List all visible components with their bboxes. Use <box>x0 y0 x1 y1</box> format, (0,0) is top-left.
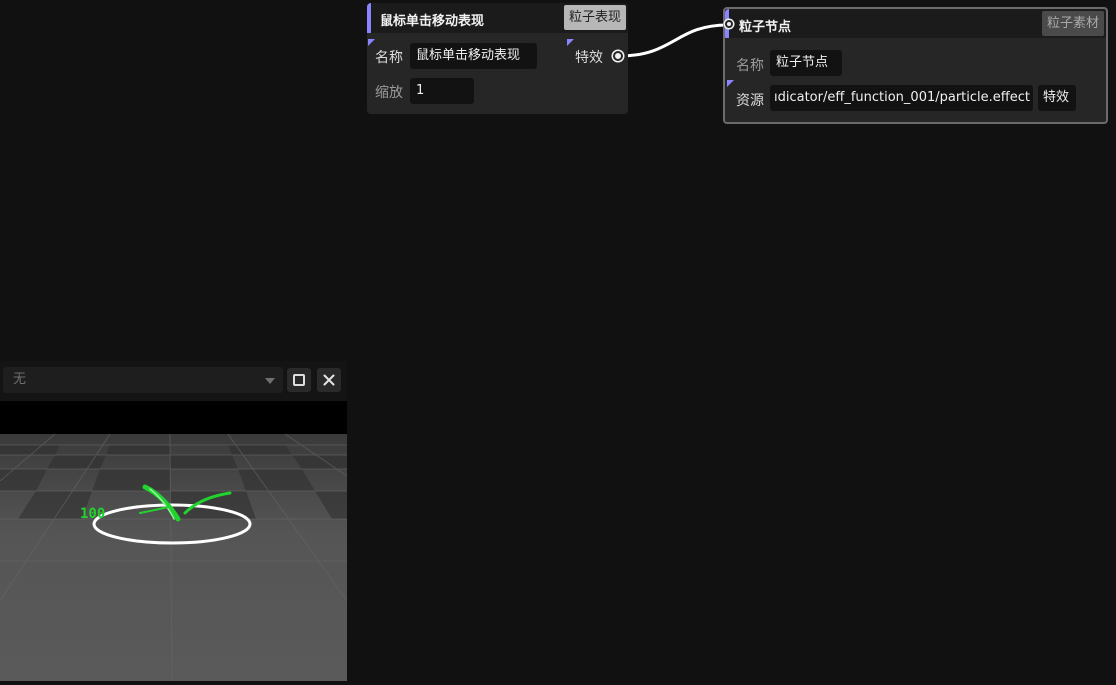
name-field[interactable]: 粒子节点 <box>770 50 842 76</box>
name-label: 名称 <box>375 50 403 66</box>
node-particle[interactable]: 粒子节点 粒子素材 名称 粒子节点 资源 ıdicator/eff_functi… <box>723 7 1108 124</box>
node-type-tag: 粒子表现 <box>563 5 626 30</box>
name-field[interactable]: 鼠标单击移动表现 <box>410 43 537 69</box>
effect-output-port[interactable] <box>613 51 623 61</box>
node-click-move-effect[interactable]: 鼠标单击移动表现 粒子表现 名称 鼠标单击移动表现 特效 缩放 1 <box>367 3 628 114</box>
node-header[interactable]: 粒子节点 粒子素材 <box>725 9 1106 38</box>
close-icon <box>323 374 335 386</box>
scale-label: 缩放 <box>375 85 403 101</box>
input-marker <box>727 80 734 87</box>
node-type-tag: 粒子素材 <box>1041 11 1104 36</box>
scene-viewport[interactable]: 100 <box>0 401 347 681</box>
close-button[interactable] <box>317 368 341 392</box>
effect-input-port[interactable] <box>725 20 733 28</box>
node-title: 粒子节点 <box>739 20 792 35</box>
resource-label: 资源 <box>736 93 764 109</box>
maximize-button[interactable] <box>287 368 311 392</box>
scene-render: 100 <box>0 401 347 681</box>
scale-field[interactable]: 1 <box>410 78 474 104</box>
preview-select[interactable]: 无 <box>3 367 283 393</box>
square-outline-icon <box>293 374 305 386</box>
input-marker <box>368 39 375 46</box>
effect-output-label: 特效 <box>575 50 603 66</box>
output-marker <box>567 39 574 46</box>
resource-field[interactable]: ıdicator/eff_function_001/particle.effec… <box>770 85 1033 111</box>
name-label: 名称 <box>736 58 764 74</box>
preview-panel: 无 100 <box>0 361 347 681</box>
node-title: 鼠标单击移动表现 <box>380 14 485 29</box>
node-header[interactable]: 鼠标单击移动表现 粒子表现 <box>367 3 628 33</box>
scene-label: 100 <box>80 506 105 522</box>
effect-type-button[interactable]: 特效 <box>1038 85 1076 111</box>
chevron-down-icon <box>265 378 275 384</box>
preview-select-value: 无 <box>13 372 27 387</box>
